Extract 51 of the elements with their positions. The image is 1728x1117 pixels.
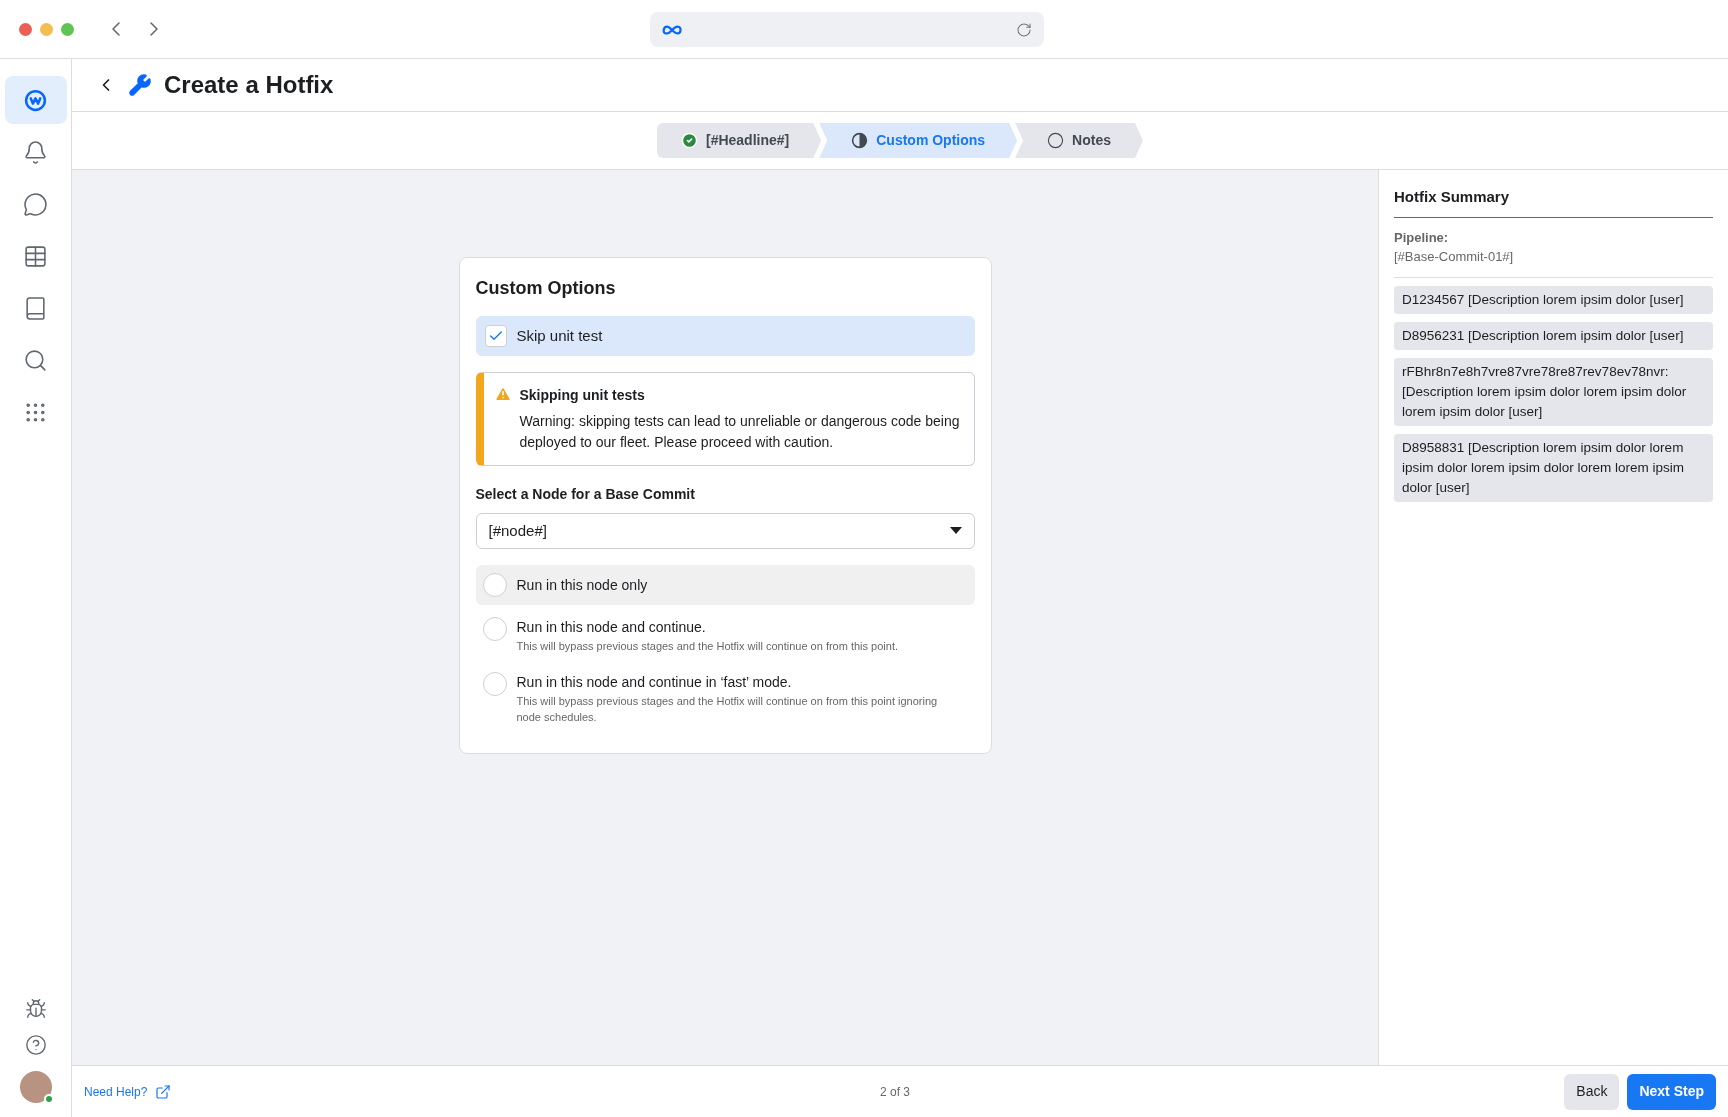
wrench-icon: [128, 73, 152, 97]
radio-button[interactable]: [482, 617, 507, 641]
node-select[interactable]: [#node#]: [475, 513, 975, 549]
warning-title: Skipping unit tests: [519, 386, 646, 405]
radio-button[interactable]: [482, 573, 507, 597]
stepper-step[interactable]: [#Headline#]: [656, 123, 822, 158]
half-circle-icon: [851, 132, 869, 149]
chat-bubble-icon: [23, 191, 48, 217]
back-button[interactable]: Back: [1564, 1073, 1620, 1110]
checkbox[interactable]: [484, 325, 507, 347]
radio-label: Run in this node only: [516, 575, 648, 595]
pipeline-value: [#Base-Commit-01#]: [1394, 248, 1515, 266]
commit-item: D1234567 [Description lorem ipsim dolor [user]: [1394, 285, 1713, 314]
warning-text: Warning: skipping tests can lead to unreliable or dangerous code being deployed to our fleet. Please proceed with caution.: [519, 412, 961, 452]
radio-description: This will bypass previous stages and the Hotfix will continue on from this point ignoring node schedules.: [516, 694, 939, 725]
pipeline-label: Pipeline:: [1394, 228, 1450, 247]
commit-item: D8956231 [Description lorem ipsim dolor [user]: [1394, 321, 1713, 350]
radio-button[interactable]: [482, 672, 507, 696]
summary-title: Hotfix Summary: [1394, 186, 1713, 218]
help-icon: [24, 1034, 47, 1056]
commit-item: D8958831 [Description lorem ipsim dolor lorem ipsim dolor lorem ipsim dolor lorem lorem ipsim dolor [user]: [1394, 433, 1713, 502]
external-link-icon: [155, 1083, 172, 1100]
bug-icon: [24, 998, 47, 1020]
avatar[interactable]: [19, 1071, 52, 1103]
radio-option[interactable]: Run in this node only: [475, 565, 975, 605]
radio-description: This will bypass previous stages and the Hotfix will continue on from this point.: [516, 639, 899, 654]
workplace-logo-icon: [23, 87, 48, 113]
book-icon: [23, 295, 48, 321]
reload-icon[interactable]: [1016, 21, 1032, 38]
commit-item: rFBhr8n7e8h7vre87vre78re87rev78ev78nvr: [Description lorem ipsim dolor lorem ipsim dolor lorem ipsim dolor [user]: [1394, 357, 1713, 426]
page-title: Create a Hotfix: [164, 70, 334, 100]
table-icon: [23, 243, 48, 269]
checkbox-row[interactable]: Skip unit test: [475, 316, 975, 356]
page-count-text: 2 of 3: [880, 1083, 911, 1101]
search-icon: [23, 347, 48, 373]
radio-option[interactable]: Run in this node and continue in ‘fast’ mode. This will bypass previous stages and the Hotfix will continue on from this point ignoring node schedules.: [475, 666, 975, 731]
radio-label: Run in this node and continue in ‘fast’ mode.: [516, 673, 793, 692]
select-label: Select a Node for a Base Commit: [475, 485, 696, 504]
sidebar-item[interactable]: [4, 76, 67, 124]
next-step-button[interactable]: Next Step: [1627, 1073, 1716, 1110]
check-circle-icon: [680, 132, 698, 149]
card-title: Custom Options: [475, 277, 617, 300]
dropdown-caret-icon: [949, 527, 962, 535]
circle-icon: [1047, 132, 1065, 149]
checkbox-label: Skip unit test: [516, 325, 603, 346]
stepper-step[interactable]: Notes: [1015, 123, 1143, 158]
radio-label: Run in this node and continue.: [516, 618, 707, 637]
bell-icon: [23, 139, 48, 165]
warning-icon: [493, 385, 512, 403]
radio-option[interactable]: Run in this node and continue. This will bypass previous stages and the Hotfix will continue on from this point.: [475, 611, 975, 660]
need-help-link[interactable]: Need Help?: [84, 1082, 172, 1101]
